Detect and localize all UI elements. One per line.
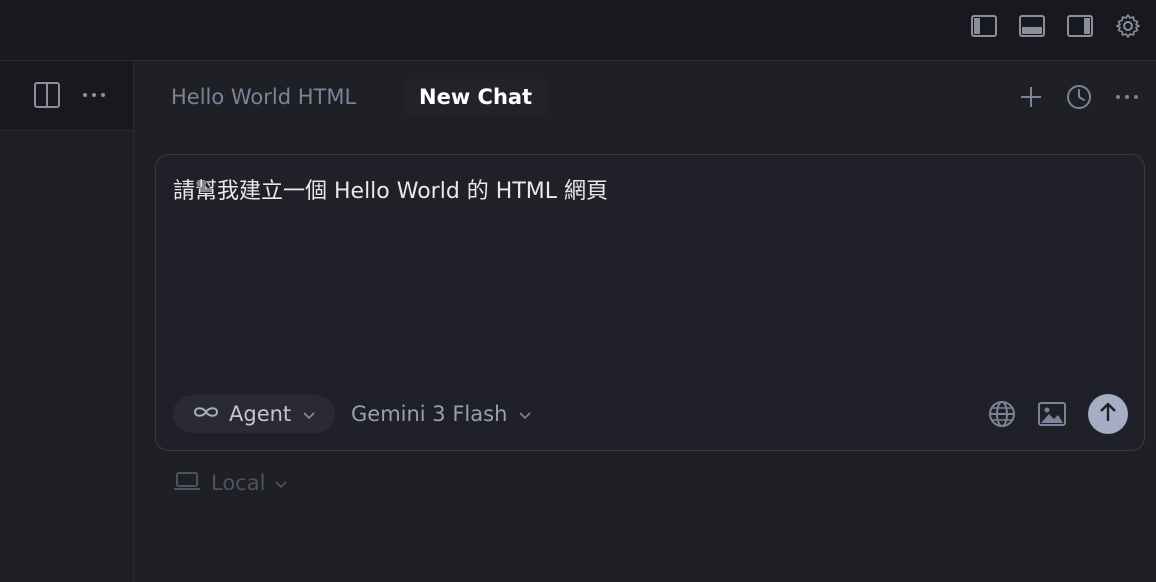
sidebar: [0, 61, 134, 582]
chevron-down-icon: [519, 405, 531, 424]
chat-composer: 請幫我建立一個 Hello World 的 HTML 網頁 Agent Gemi…: [155, 154, 1145, 451]
more-horizontal-icon[interactable]: [80, 81, 108, 109]
tab-hello-world-html[interactable]: Hello World HTML: [155, 79, 372, 115]
history-clock-icon[interactable]: [1064, 82, 1094, 112]
prompt-input[interactable]: 請幫我建立一個 Hello World 的 HTML 網頁: [173, 173, 608, 205]
tab-label: Hello World HTML: [171, 85, 357, 109]
title-bar: [0, 0, 1156, 61]
chat-panel: Hello World HTML New Chat 請幫我建立一個 Hello …: [135, 61, 1156, 582]
agent-mode-select[interactable]: Agent: [173, 395, 335, 433]
laptop-icon: [173, 471, 201, 495]
environment-label: Local: [211, 471, 266, 495]
model-label: Gemini 3 Flash: [351, 402, 508, 426]
infinity-icon: [191, 404, 221, 424]
environment-select[interactable]: Local: [173, 466, 288, 500]
model-select[interactable]: Gemini 3 Flash: [351, 395, 531, 433]
sidebar-right-toggle-icon[interactable]: [1066, 12, 1094, 40]
more-horizontal-icon[interactable]: [1112, 82, 1142, 112]
chevron-down-icon: [275, 474, 288, 493]
globe-icon[interactable]: [985, 397, 1019, 431]
sidebar-header: [0, 61, 133, 131]
tab-new-chat[interactable]: New Chat: [403, 79, 549, 115]
sidebar-left-toggle-icon[interactable]: [970, 12, 998, 40]
arrow-up-icon: [1098, 401, 1118, 427]
tab-label: New Chat: [419, 85, 533, 109]
image-icon[interactable]: [1035, 397, 1069, 431]
agent-mode-label: Agent: [229, 402, 292, 426]
panel-bottom-toggle-icon[interactable]: [1018, 12, 1046, 40]
gear-icon[interactable]: [1114, 12, 1142, 40]
split-panel-icon[interactable]: [33, 81, 61, 109]
chevron-down-icon: [303, 405, 315, 424]
plus-icon[interactable]: [1016, 82, 1046, 112]
send-button[interactable]: [1088, 394, 1128, 434]
